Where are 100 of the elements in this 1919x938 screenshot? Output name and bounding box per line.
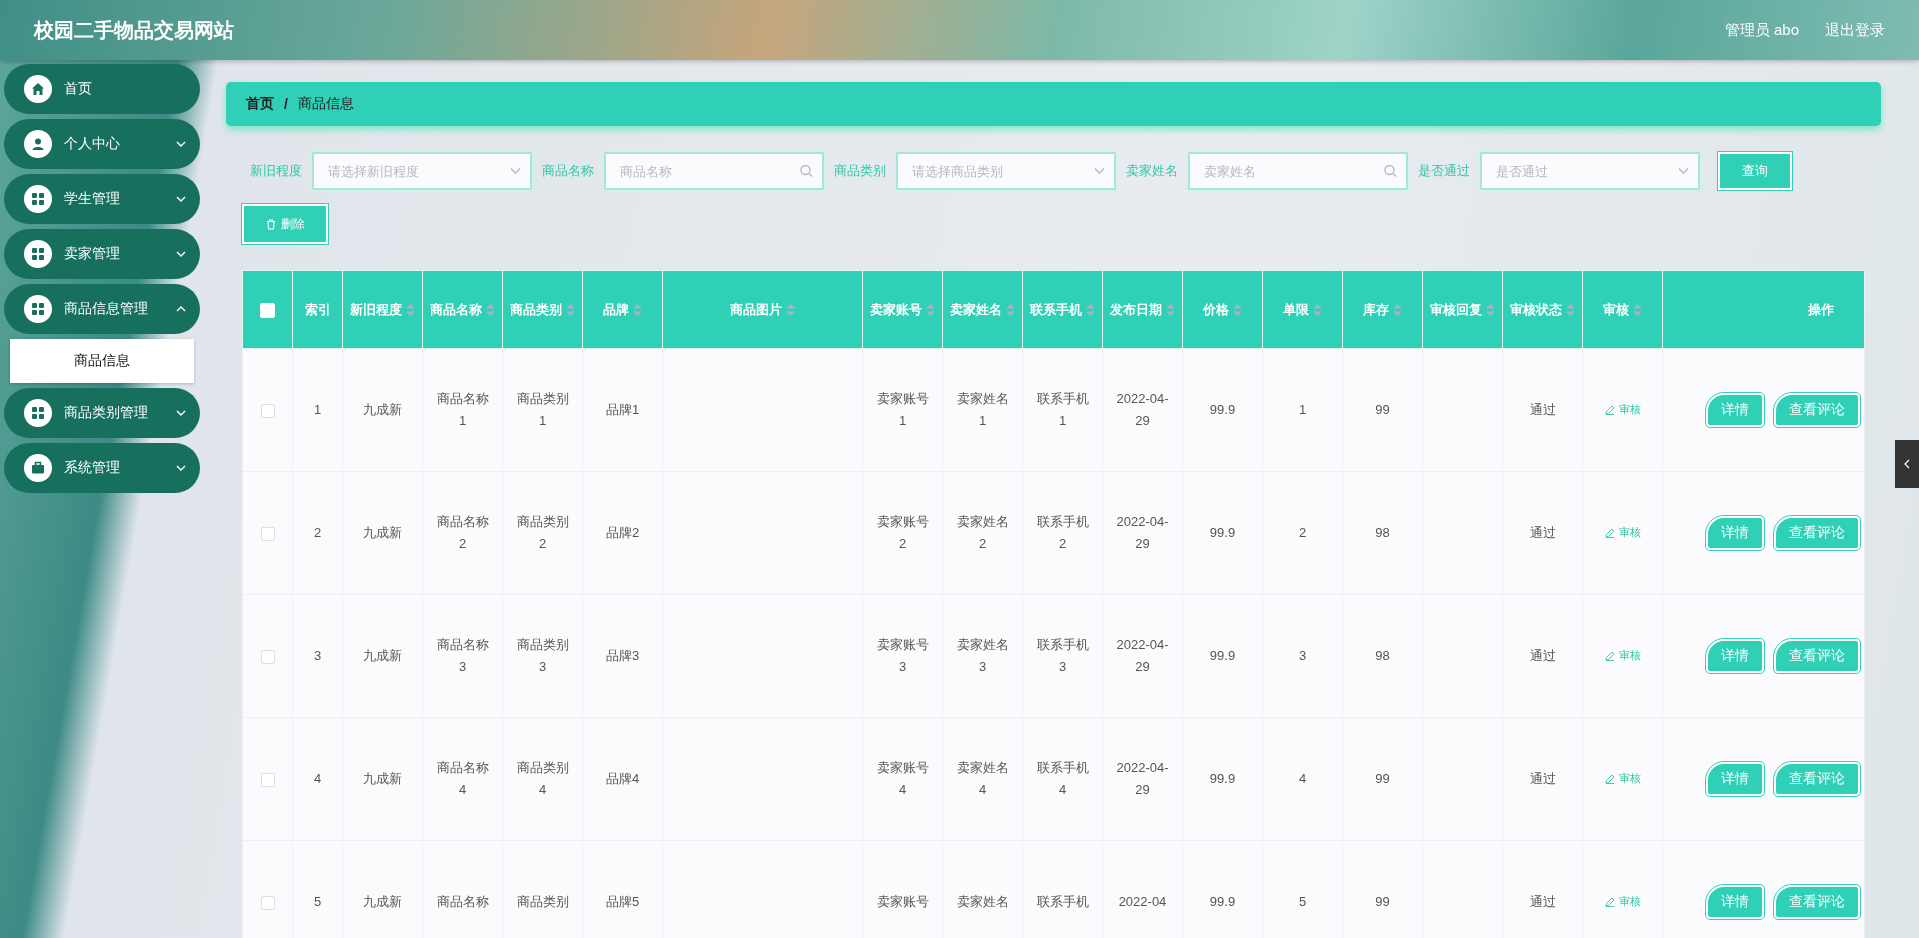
grid-icon [24, 185, 52, 213]
sort-icon[interactable] [1086, 304, 1095, 317]
delete-button[interactable]: 删除 [242, 204, 328, 244]
table-cell-text: 卖家账号 [876, 893, 929, 911]
table-cell-text: 联系手机4 [1035, 759, 1090, 799]
comments-button[interactable]: 查看评论 [1774, 393, 1860, 427]
sort-icon[interactable] [786, 304, 795, 317]
table-cell-text: 商品名称4 [435, 759, 490, 799]
table-cell-text: 品牌4 [605, 770, 640, 788]
chevron-left-icon [1904, 459, 1910, 469]
breadcrumb-link[interactable]: 首页 [246, 95, 274, 113]
table-cell-text: 卖家账号1 [875, 390, 930, 430]
review-link[interactable]: 审核 [1604, 771, 1641, 787]
sidebar-subitem[interactable]: 商品信息 [10, 339, 194, 383]
table-cell-text: 商品名称1 [435, 390, 490, 430]
details-button[interactable]: 详情 [1706, 516, 1764, 550]
comments-button[interactable]: 查看评论 [1774, 639, 1860, 673]
details-button[interactable]: 详情 [1706, 639, 1764, 673]
table-cell-text: 联系手机3 [1035, 636, 1090, 676]
table-cell-text: 品牌1 [605, 401, 640, 419]
query-button[interactable]: 查询 [1718, 152, 1792, 190]
review-link[interactable]: 审核 [1604, 402, 1641, 418]
table-cell-text: 商品类别2 [515, 513, 570, 553]
breadcrumb-link[interactable]: 商品信息 [297, 95, 354, 113]
sidebar-item[interactable]: 学生管理 [4, 174, 200, 224]
sidebar-item[interactable]: 商品类别管理 [4, 388, 200, 438]
table-cell-text: 5 [313, 893, 322, 911]
sidebar-item[interactable]: 首页 [4, 64, 200, 114]
review-link[interactable]: 审核 [1604, 525, 1641, 541]
table-cell-text: 3 [313, 647, 322, 665]
table-cell-text: 99 [1375, 401, 1390, 419]
comments-button[interactable]: 查看评论 [1774, 762, 1860, 796]
table-cell-text: 品牌2 [605, 524, 640, 542]
table-cell-text: 2022-04-29 [1115, 759, 1170, 799]
table-cell-text: 商品类别1 [515, 390, 570, 430]
sort-icon[interactable] [406, 304, 415, 317]
sort-icon[interactable] [1633, 304, 1642, 317]
table-cell-text: 联系手机 [1036, 893, 1089, 911]
sort-icon[interactable] [1233, 304, 1242, 317]
search-field[interactable]: 商品名称 [604, 152, 824, 190]
table-cell-text: 98 [1375, 524, 1390, 542]
search-icon [1384, 164, 1397, 178]
collapse-handle[interactable] [1895, 440, 1919, 488]
sidebar-item[interactable]: 个人中心 [4, 119, 200, 169]
table-cell-text: 通过 [1529, 770, 1556, 788]
sidebar-item[interactable]: 系统管理 [4, 443, 200, 493]
sidebar-item[interactable]: 卖家管理 [4, 229, 200, 279]
column-header: 商品图片 [730, 301, 782, 317]
column-header: 索引 [304, 301, 331, 317]
sort-icon[interactable] [486, 304, 495, 317]
select-field[interactable]: 是否通过 [1480, 152, 1700, 190]
select-field[interactable]: 请选择新旧程度 [312, 152, 532, 190]
details-button[interactable]: 详情 [1706, 762, 1764, 796]
search-field[interactable]: 卖家姓名 [1188, 152, 1408, 190]
table-cell-text: 1 [1298, 401, 1307, 419]
pencil-icon [1604, 404, 1615, 415]
sort-icon[interactable] [1486, 304, 1495, 317]
table-cell-text: 2022-04-29 [1115, 513, 1170, 553]
sort-icon[interactable] [1566, 304, 1575, 317]
sort-icon[interactable] [1313, 304, 1322, 317]
table-cell-text: 2022-04-29 [1115, 636, 1170, 676]
sort-icon[interactable] [1393, 304, 1402, 317]
column-header: 品牌 [603, 301, 629, 317]
table-cell-text: 九成新 [363, 524, 402, 542]
filter-label: 商品类别 [834, 162, 886, 180]
table-cell-text: 5 [1298, 893, 1307, 911]
select-all-checkbox[interactable] [260, 302, 275, 318]
table-cell-text: 商品类别 [516, 893, 569, 911]
sidebar-item[interactable]: 商品信息管理 [4, 284, 200, 334]
review-link[interactable]: 审核 [1604, 648, 1641, 664]
sort-icon[interactable] [926, 304, 935, 317]
review-link[interactable]: 审核 [1604, 894, 1641, 910]
sort-icon[interactable] [1166, 304, 1175, 317]
sort-icon[interactable] [633, 304, 642, 317]
table-cell-text: 99 [1375, 770, 1390, 788]
logout-link[interactable]: 退出登录 [1825, 20, 1885, 40]
details-button[interactable]: 详情 [1706, 885, 1764, 919]
table-cell-text: 3 [1298, 647, 1307, 665]
sort-icon[interactable] [566, 304, 575, 317]
comments-button[interactable]: 查看评论 [1774, 885, 1860, 919]
row-checkbox[interactable] [260, 649, 275, 664]
table-cell-text: 九成新 [363, 647, 402, 665]
table-cell-text: 通过 [1529, 647, 1556, 665]
comments-button[interactable]: 查看评论 [1774, 516, 1860, 550]
select-field[interactable]: 请选择商品类别 [896, 152, 1116, 190]
row-checkbox[interactable] [260, 526, 275, 541]
row-checkbox[interactable] [260, 772, 275, 787]
table-cell-text: 1 [313, 401, 322, 419]
table-cell-text: 4 [313, 770, 322, 788]
details-button[interactable]: 详情 [1706, 393, 1764, 427]
table-cell-text: 99.9 [1209, 893, 1236, 911]
column-header: 卖家账号 [870, 301, 922, 317]
table-cell-text: 品牌5 [605, 893, 640, 911]
row-checkbox[interactable] [260, 895, 275, 910]
grid-icon [24, 295, 52, 323]
table-cell-text: 九成新 [363, 401, 402, 419]
row-checkbox[interactable] [260, 403, 275, 418]
table-cell-text: 联系手机2 [1035, 513, 1090, 553]
table-cell-text: 通过 [1529, 893, 1556, 911]
sort-icon[interactable] [1006, 304, 1015, 317]
